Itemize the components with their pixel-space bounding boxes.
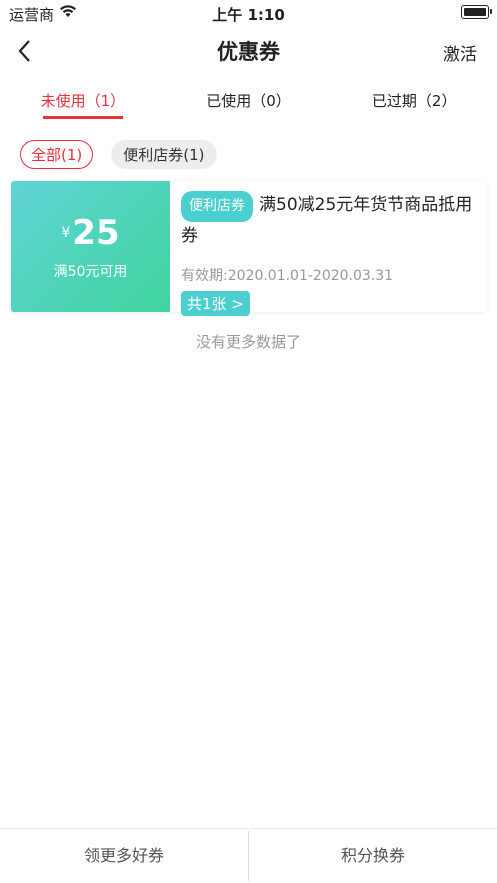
- coupon-type-badge: 便利店券: [181, 191, 253, 222]
- coupon-title: 便利店券 满50减25元年货节商品抵用券: [181, 191, 477, 251]
- no-more-data: 没有更多数据了: [195, 333, 301, 351]
- filter-convenience-chip[interactable]: 便利店券(1): [111, 140, 217, 169]
- get-more-coupons-button[interactable]: 领更多好券: [0, 829, 248, 883]
- status-tabs: 未使用（1） 已使用（0） 已过期（2）: [0, 80, 497, 122]
- coupon-amount-value: 25: [72, 213, 120, 253]
- coupon-amount: ¥25: [11, 213, 170, 253]
- tab-used-label: 已使用（0）: [206, 92, 291, 110]
- status-bar: 运营商 上午 1:10: [0, 0, 497, 26]
- filter-chips: 全部(1) 便利店券(1): [20, 140, 217, 169]
- filter-all-chip[interactable]: 全部(1): [20, 140, 94, 169]
- tab-unused[interactable]: 未使用（1）: [0, 80, 166, 122]
- nav-bar: 优惠券 激活: [0, 26, 497, 76]
- tab-unused-label: 未使用（1）: [40, 92, 126, 110]
- clock: 上午 1:10: [212, 6, 285, 24]
- points-exchange-button[interactable]: 积分换券: [249, 829, 497, 883]
- coupon-condition: 满50元可用: [53, 264, 128, 280]
- tab-used[interactable]: 已使用（0）: [166, 80, 332, 122]
- activate-button[interactable]: 激活: [443, 40, 477, 65]
- page-title: 优惠券: [217, 40, 280, 64]
- coupon-count-button[interactable]: 共1张 >: [181, 291, 250, 316]
- tab-expired[interactable]: 已过期（2）: [331, 80, 497, 122]
- coupon-value-panel: ¥25 满50元可用: [11, 181, 170, 312]
- tab-expired-label: 已过期（2）: [371, 92, 457, 110]
- active-tab-indicator: [42, 116, 123, 119]
- battery-icon: [461, 5, 492, 19]
- coupon-validity: 有效期:2020.01.01-2020.03.31: [181, 268, 394, 284]
- coupon-info: 便利店券 满50减25元年货节商品抵用券 有效期:2020.01.01-2020.…: [181, 191, 477, 316]
- bottom-bar: 领更多好券 积分换券: [0, 828, 497, 883]
- currency-symbol: ¥: [61, 225, 71, 241]
- coupon-card[interactable]: ¥25 满50元可用 便利店券 满50减25元年货节商品抵用券 有效期:2020.…: [11, 181, 487, 316]
